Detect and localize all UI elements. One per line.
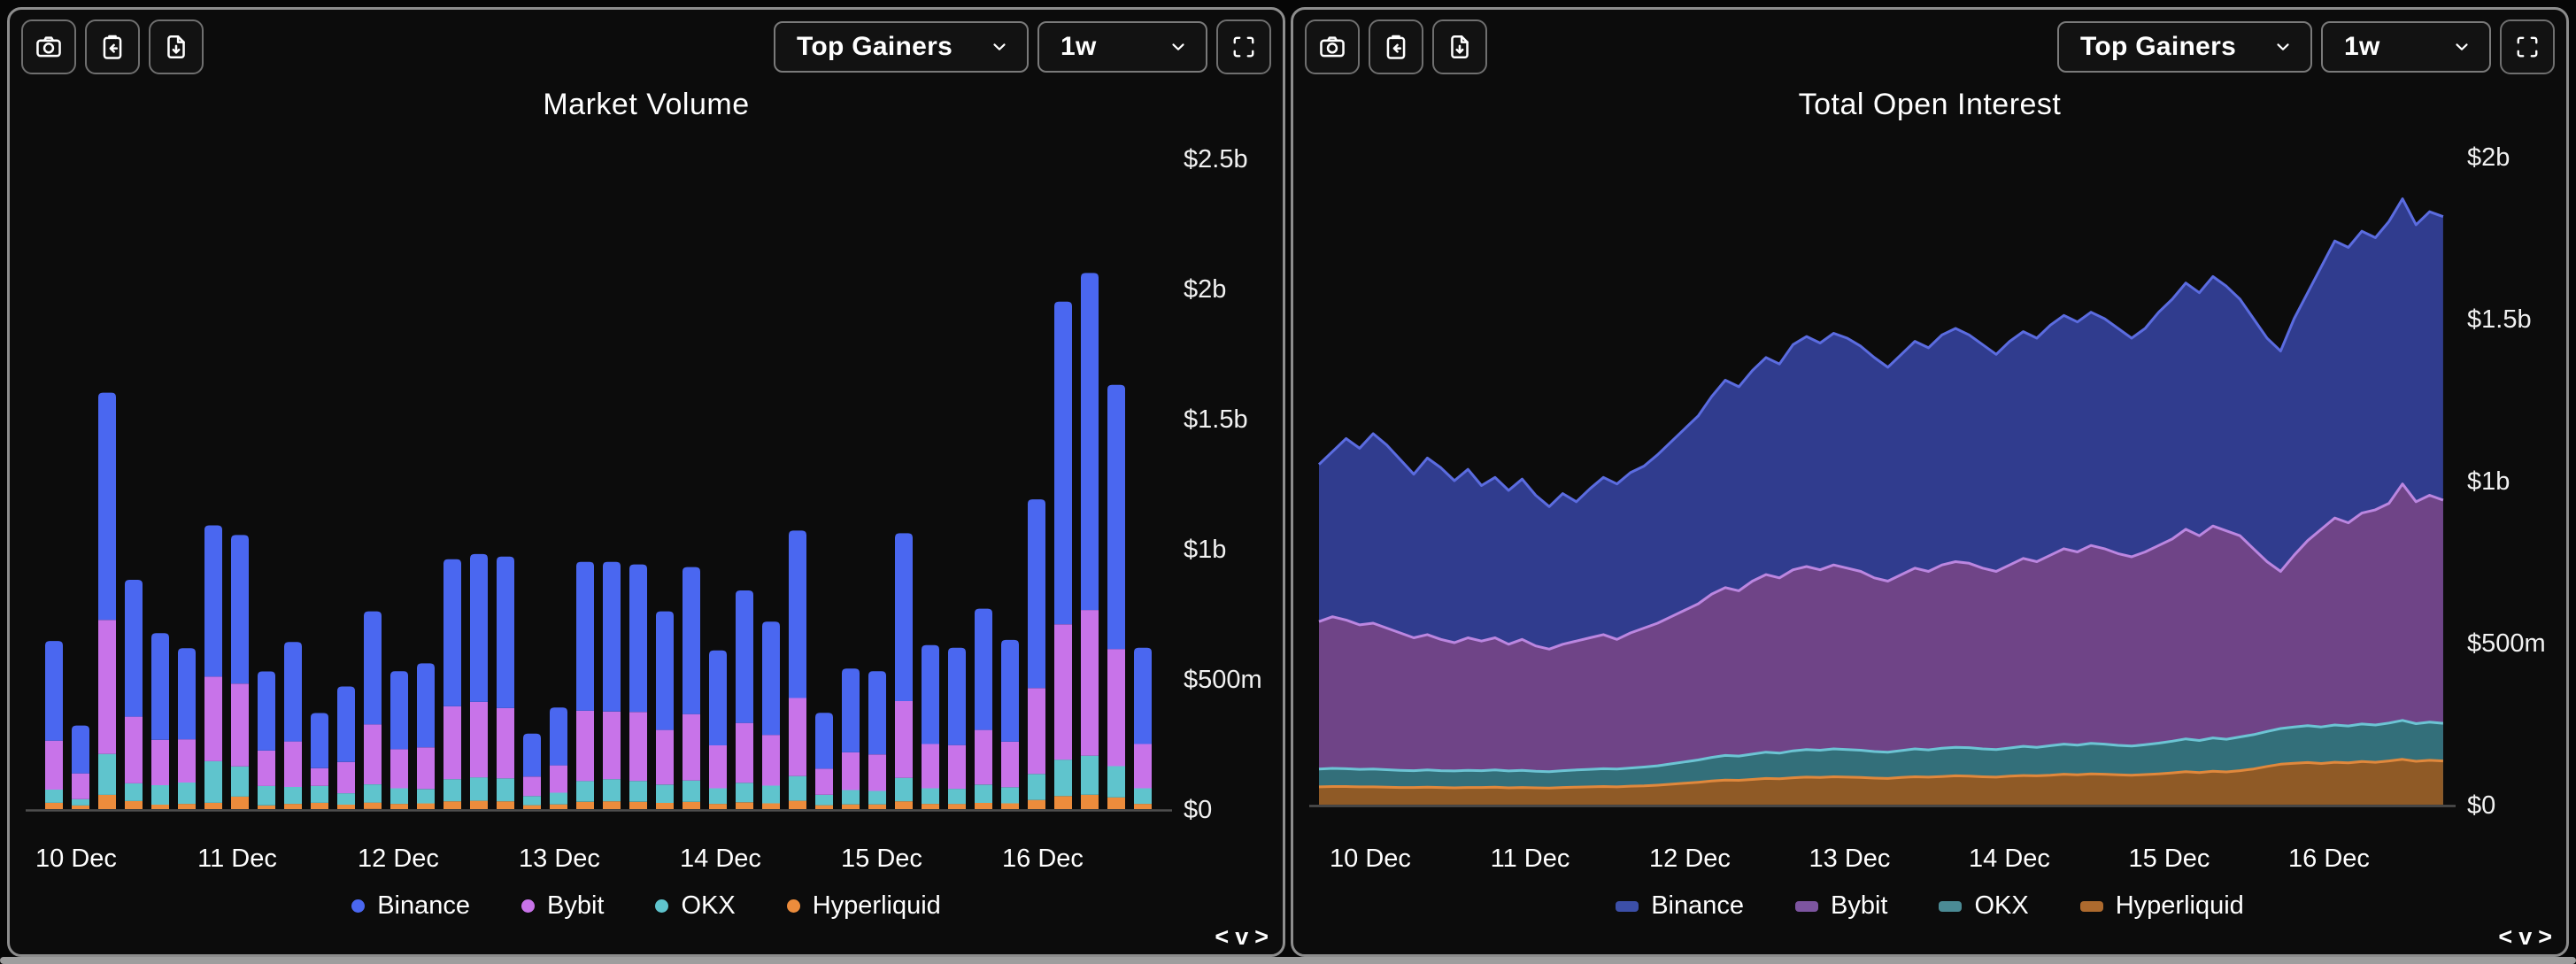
svg-text:11 Dec: 11 Dec [197, 844, 277, 873]
svg-text:11 Dec: 11 Dec [1491, 844, 1570, 873]
export-data-button[interactable] [1432, 19, 1487, 74]
market-filter-select[interactable]: Top Gainers [2057, 21, 2312, 73]
market-filter-select[interactable]: Top Gainers [774, 21, 1029, 73]
legend-label: Hyperliquid [2115, 891, 2244, 920]
pager-collapse-button[interactable]: v [2518, 923, 2532, 950]
svg-text:13 Dec: 13 Dec [1809, 844, 1891, 873]
legend-marker [2079, 900, 2103, 912]
legend-marker [1939, 900, 1963, 912]
total-open-interest-chart[interactable]: $0 $500m $1b $1.5b $2b 10 Dec 11 Dec 12 Dec 13 D… [1293, 84, 2566, 954]
legend-item-bybit[interactable]: Bybit [1795, 891, 1887, 921]
expand-corners-icon [1233, 36, 1254, 58]
pan-right-button[interactable]: > [1254, 923, 1269, 950]
svg-text:$1b: $1b [1184, 536, 1226, 564]
svg-text:13 Dec: 13 Dec [519, 844, 600, 873]
screenshot-button[interactable] [1305, 19, 1360, 74]
svg-text:15 Dec: 15 Dec [841, 844, 922, 873]
open-interest-panel: Top Gainers 1w $0 $500m $1b $1.5b $2b 10 Dec 1… [1291, 7, 2569, 957]
legend-marker [521, 899, 535, 913]
svg-text:10 Dec: 10 Dec [1330, 844, 1411, 873]
legend-item-binance[interactable]: Binance [1616, 891, 1744, 921]
screenshot-button[interactable] [21, 19, 76, 74]
legend-item-okx[interactable]: OKX [1939, 891, 2029, 921]
pan-right-button[interactable]: > [2538, 923, 2552, 950]
time-range-value: 1w [2344, 32, 2380, 61]
file-download-icon [1451, 35, 1469, 58]
fullscreen-button[interactable] [2500, 19, 2555, 74]
copy-to-clipboard-button[interactable] [1369, 19, 1423, 74]
market-filter-value: Top Gainers [797, 32, 953, 61]
pager-collapse-button[interactable]: v [1235, 923, 1248, 950]
file-download-icon [167, 35, 185, 58]
camera-icon [36, 36, 61, 58]
svg-text:15 Dec: 15 Dec [2129, 844, 2210, 873]
svg-text:$1b: $1b [2467, 467, 2510, 496]
export-data-button[interactable] [149, 19, 204, 74]
svg-text:10 Dec: 10 Dec [35, 844, 117, 873]
clipboard-arrow-icon [1386, 35, 1406, 59]
legend-item-okx[interactable]: OKX [655, 891, 736, 921]
clipboard-arrow-icon [103, 35, 122, 59]
chart-title: Market Volume [543, 88, 750, 121]
svg-text:12 Dec: 12 Dec [358, 844, 439, 873]
chevron-down-icon [993, 43, 1006, 50]
market-volume-panel: Top Gainers 1w $0 $500m $1b $1.5b $2b $2.5b 10… [7, 7, 1285, 957]
legend-marker [351, 899, 366, 913]
svg-text:$1.5b: $1.5b [1184, 405, 1248, 434]
svg-text:$0: $0 [1184, 796, 1212, 824]
legend-label: Hyperliquid [812, 891, 941, 920]
chart-region: $0 $500m $1b $1.5b $2b $2.5b 10 Dec 11 Dec 12 De… [10, 84, 1283, 954]
horizontal-scrollbar[interactable] [0, 957, 2576, 964]
legend-label: Bybit [1831, 891, 1888, 920]
svg-text:$500m: $500m [2467, 629, 2546, 658]
chart-region: $0 $500m $1b $1.5b $2b 10 Dec 11 Dec 12 Dec 13 D… [1293, 84, 2566, 954]
svg-text:$2b: $2b [2467, 143, 2510, 172]
legend-label: Bybit [547, 891, 605, 920]
time-range-select[interactable]: 1w [1037, 21, 1207, 73]
chart-legend: Binance Bybit OKX Hyperliquid [10, 891, 1283, 921]
svg-text:$0: $0 [2467, 791, 2495, 820]
legend-marker [1616, 900, 1639, 912]
legend-item-hyperliquid[interactable]: Hyperliquid [2079, 891, 2244, 921]
chart-pager: < v > [2498, 923, 2552, 950]
legend-label: OKX [681, 891, 736, 920]
fullscreen-button[interactable] [1216, 19, 1271, 74]
svg-text:$500m: $500m [1184, 666, 1262, 694]
toolbar: Top Gainers 1w [1293, 10, 2566, 84]
chevron-down-icon [2277, 43, 2289, 50]
market-volume-chart[interactable]: $0 $500m $1b $1.5b $2b $2.5b 10 Dec 11 Dec 12 De… [10, 84, 1283, 954]
chart-title: Total Open Interest [1798, 88, 2062, 121]
svg-text:16 Dec: 16 Dec [2288, 844, 2370, 873]
legend-label: OKX [1974, 891, 2029, 920]
legend-label: Binance [377, 891, 470, 920]
market-filter-value: Top Gainers [2080, 32, 2237, 61]
legend-marker [786, 899, 800, 913]
chart-pager: < v > [1215, 923, 1269, 950]
chevron-down-icon [2456, 43, 2468, 50]
legend-marker [1795, 900, 1818, 912]
legend-item-bybit[interactable]: Bybit [521, 891, 604, 921]
camera-icon [1320, 36, 1345, 58]
svg-text:12 Dec: 12 Dec [1649, 844, 1731, 873]
pan-left-button[interactable]: < [2498, 923, 2512, 950]
chevron-down-icon [1172, 43, 1184, 50]
legend-label: Binance [1651, 891, 1744, 920]
time-range-value: 1w [1060, 32, 1097, 61]
svg-text:14 Dec: 14 Dec [680, 844, 761, 873]
copy-to-clipboard-button[interactable] [85, 19, 140, 74]
legend-item-hyperliquid[interactable]: Hyperliquid [786, 891, 941, 921]
legend-item-binance[interactable]: Binance [351, 891, 470, 921]
time-range-select[interactable]: 1w [2321, 21, 2491, 73]
expand-corners-icon [2517, 36, 2538, 58]
svg-text:14 Dec: 14 Dec [1969, 844, 2050, 873]
legend-marker [655, 899, 669, 913]
chart-legend: Binance Bybit OKX Hyperliquid [1293, 891, 2566, 921]
svg-text:$2.5b: $2.5b [1184, 145, 1248, 174]
toolbar: Top Gainers 1w [10, 10, 1283, 84]
svg-text:$2b: $2b [1184, 275, 1226, 304]
svg-text:16 Dec: 16 Dec [1002, 844, 1084, 873]
svg-text:$1.5b: $1.5b [2467, 305, 2532, 334]
pan-left-button[interactable]: < [1215, 923, 1229, 950]
